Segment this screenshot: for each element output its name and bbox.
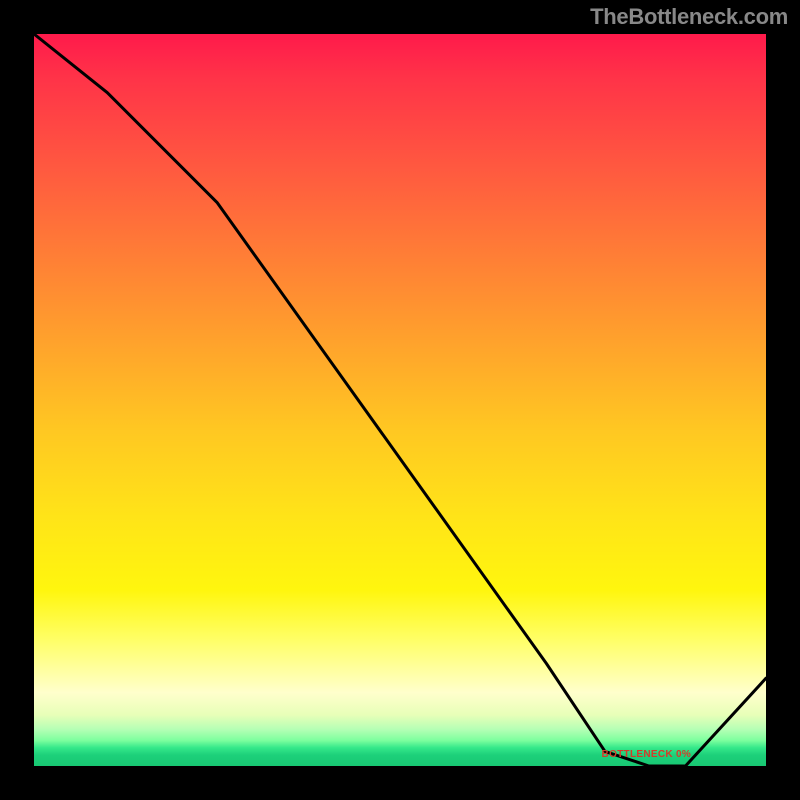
attribution-text: TheBottleneck.com (590, 4, 788, 30)
bottleneck-curve (34, 34, 766, 766)
chart-stage: TheBottleneck.com BOTTLENECK 0% (0, 0, 800, 800)
bottleneck-annotation: BOTTLENECK 0% (602, 749, 691, 760)
plot-area: BOTTLENECK 0% (34, 34, 766, 766)
